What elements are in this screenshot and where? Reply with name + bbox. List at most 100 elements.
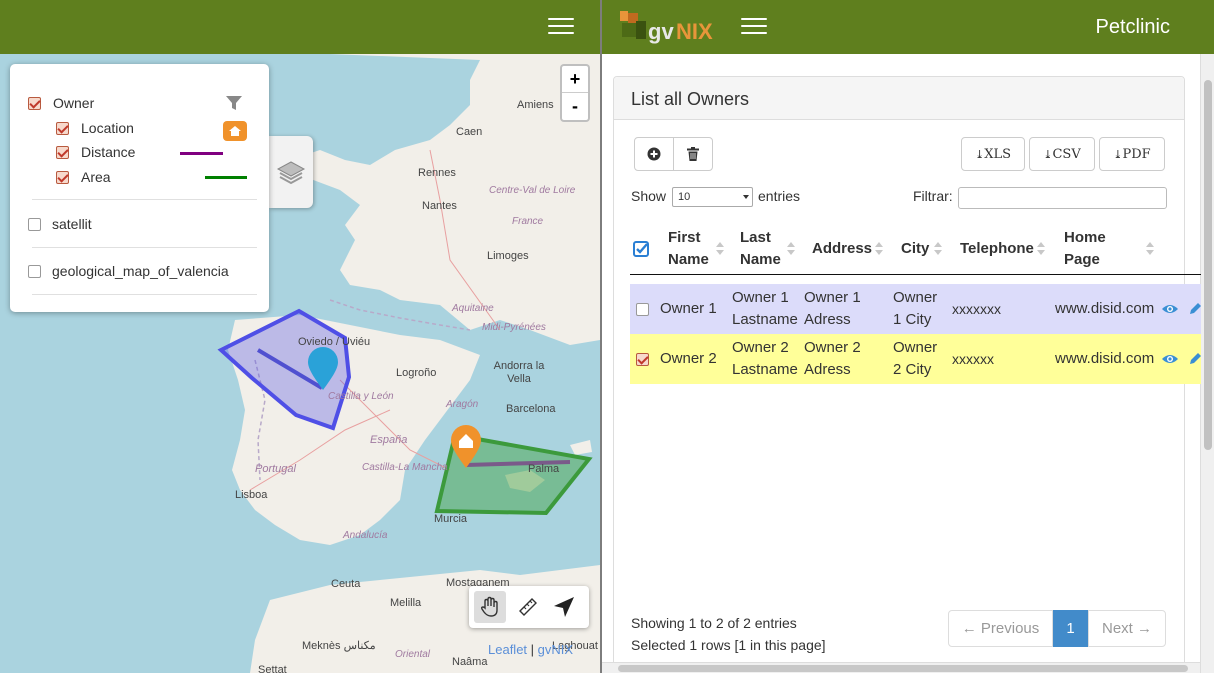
entries-length-select[interactable]: 10 bbox=[672, 187, 753, 207]
region-label: España bbox=[370, 434, 408, 446]
view-icon[interactable] bbox=[1161, 334, 1179, 384]
app-menu-button[interactable] bbox=[741, 18, 767, 36]
next-page-button[interactable]: Next → bbox=[1088, 610, 1166, 647]
zoom-out-button[interactable]: - bbox=[562, 93, 588, 120]
owners-table: First Name Last Name Address City Teleph… bbox=[630, 224, 1201, 384]
location-layer-checkbox[interactable] bbox=[56, 121, 69, 135]
previous-page-button[interactable]: ← Previous bbox=[948, 610, 1053, 647]
layer-legend: Owner Location Distance Area satellit ge… bbox=[10, 64, 269, 312]
legend-area-row: Area bbox=[56, 169, 111, 185]
cell-telephone: xxxxxxx bbox=[952, 301, 1001, 317]
cell-address: Owner 2 Adress bbox=[804, 339, 861, 378]
export-xls-button[interactable]: ⤓ XLS bbox=[961, 137, 1025, 171]
export-xls-label: XLS bbox=[984, 146, 1011, 162]
legend-divider bbox=[32, 199, 257, 200]
page-1-button[interactable]: 1 bbox=[1053, 610, 1088, 647]
filter-input[interactable] bbox=[958, 187, 1167, 209]
geolocate-tool-button[interactable] bbox=[548, 591, 580, 623]
map-pane[interactable]: Amiens Caen Rennes Nantes Limoges Oviedo… bbox=[0, 0, 600, 673]
add-owner-button[interactable] bbox=[634, 137, 674, 171]
column-header-home-page[interactable]: Home Page bbox=[1064, 224, 1114, 274]
cell-first-name: Owner 2 bbox=[660, 350, 717, 367]
pan-tool-button[interactable] bbox=[474, 591, 506, 623]
legend-area-label: Area bbox=[81, 169, 111, 185]
sort-icon[interactable] bbox=[1146, 242, 1154, 256]
sort-icon[interactable] bbox=[716, 242, 724, 256]
filter-icon[interactable] bbox=[225, 95, 243, 111]
column-header-last-name[interactable]: Last Name bbox=[740, 224, 790, 274]
legend-location-row: Location bbox=[56, 120, 134, 136]
legend-geological-label: geological_map_of_valencia bbox=[52, 263, 229, 279]
place-label: Rennes bbox=[418, 167, 456, 179]
column-header-label: Last bbox=[740, 229, 771, 246]
vertical-scroll-thumb[interactable] bbox=[1204, 80, 1212, 450]
place-label: Palma bbox=[528, 463, 560, 475]
export-csv-button[interactable]: ⤓ CSV bbox=[1029, 137, 1095, 171]
map-toolbar bbox=[469, 586, 589, 628]
gvnix-link[interactable]: gvNIX bbox=[538, 642, 573, 657]
area-layer-checkbox[interactable] bbox=[56, 170, 69, 184]
column-header-label: Name bbox=[668, 251, 709, 268]
region-label: Aquitaine bbox=[452, 303, 494, 314]
download-icon: ⤓ bbox=[1043, 147, 1053, 161]
place-label: Limoges bbox=[487, 250, 529, 262]
cell-home-page: www.disid.com bbox=[1055, 350, 1155, 367]
legend-divider bbox=[32, 247, 257, 248]
leaflet-link[interactable]: Leaflet bbox=[488, 642, 527, 657]
download-icon: ⤓ bbox=[1113, 147, 1123, 161]
delete-owner-button[interactable] bbox=[673, 137, 713, 171]
measure-tool-button[interactable] bbox=[512, 591, 544, 623]
table-row[interactable]: Owner 2 Owner 2 Lastname Owner 2 Adress Ow… bbox=[630, 334, 1201, 384]
row-select-checkbox[interactable] bbox=[636, 284, 649, 334]
select-all-checkbox[interactable] bbox=[633, 224, 657, 274]
column-header-label: Page bbox=[1064, 251, 1100, 268]
sort-icon[interactable] bbox=[875, 242, 883, 256]
place-label: Oviedo / Uviéu bbox=[298, 336, 371, 348]
cell-city: Owner 1 City bbox=[893, 289, 938, 328]
vertical-scrollbar[interactable] bbox=[1200, 54, 1214, 673]
table-info: Showing 1 to 2 of 2 entries bbox=[631, 615, 797, 631]
map-menu-button[interactable] bbox=[548, 18, 574, 36]
distance-layer-checkbox[interactable] bbox=[56, 145, 69, 159]
horizontal-scroll-thumb[interactable] bbox=[618, 665, 1188, 672]
zoom-in-button[interactable]: + bbox=[562, 66, 588, 93]
table-row[interactable]: Owner 1 Owner 1 Lastname Owner 1 Adress Ow… bbox=[630, 284, 1201, 334]
sort-icon[interactable] bbox=[1037, 242, 1045, 256]
legend-owner-label: Owner bbox=[53, 95, 95, 111]
column-header-address[interactable]: Address bbox=[812, 224, 882, 274]
column-header-label: Address bbox=[812, 240, 873, 257]
legend-distance-row: Distance bbox=[56, 144, 135, 160]
region-label: Castilla-La Mancha bbox=[362, 462, 448, 473]
cell-home-page: www.disid.com bbox=[1055, 300, 1155, 317]
geological-layer-checkbox[interactable] bbox=[28, 264, 41, 278]
satellit-layer-checkbox[interactable] bbox=[28, 217, 41, 231]
legend-distance-label: Distance bbox=[81, 144, 136, 160]
check-square-icon bbox=[633, 241, 649, 257]
place-label: Caen bbox=[456, 126, 483, 138]
row-select-checkbox[interactable] bbox=[636, 334, 649, 384]
sort-icon[interactable] bbox=[787, 242, 795, 256]
place-label: Naâma bbox=[452, 656, 488, 668]
column-header-label: First bbox=[668, 229, 701, 246]
place-label: Meknès مكناس bbox=[302, 640, 376, 652]
column-header-telephone[interactable]: Telephone bbox=[960, 224, 1040, 274]
brand-title[interactable]: Petclinic bbox=[1096, 16, 1170, 39]
region-label: Aragón bbox=[446, 399, 479, 410]
horizontal-scrollbar[interactable] bbox=[602, 662, 1200, 673]
column-header-first-name[interactable]: First Name bbox=[668, 224, 718, 274]
edit-icon[interactable] bbox=[1188, 284, 1201, 334]
pane-splitter[interactable] bbox=[600, 0, 602, 673]
map-attribution: Leaflet | gvNIX bbox=[488, 642, 573, 657]
filter-label: Filtrar: bbox=[913, 188, 953, 204]
gvnix-logo[interactable]: gv NIX bbox=[618, 9, 728, 45]
edit-icon[interactable] bbox=[1188, 334, 1201, 384]
pagination: ← Previous 1 Next → bbox=[948, 610, 1166, 647]
layers-toggle-button[interactable] bbox=[269, 136, 313, 208]
place-label: Nantes bbox=[422, 200, 457, 212]
dropdown-arrow-icon bbox=[743, 195, 749, 199]
region-label: Midi-Pyrénées bbox=[482, 322, 546, 333]
export-pdf-button[interactable]: ⤓ PDF bbox=[1099, 137, 1165, 171]
owner-layer-checkbox[interactable] bbox=[28, 96, 41, 110]
view-icon[interactable] bbox=[1161, 284, 1179, 334]
sort-icon[interactable] bbox=[934, 242, 942, 256]
